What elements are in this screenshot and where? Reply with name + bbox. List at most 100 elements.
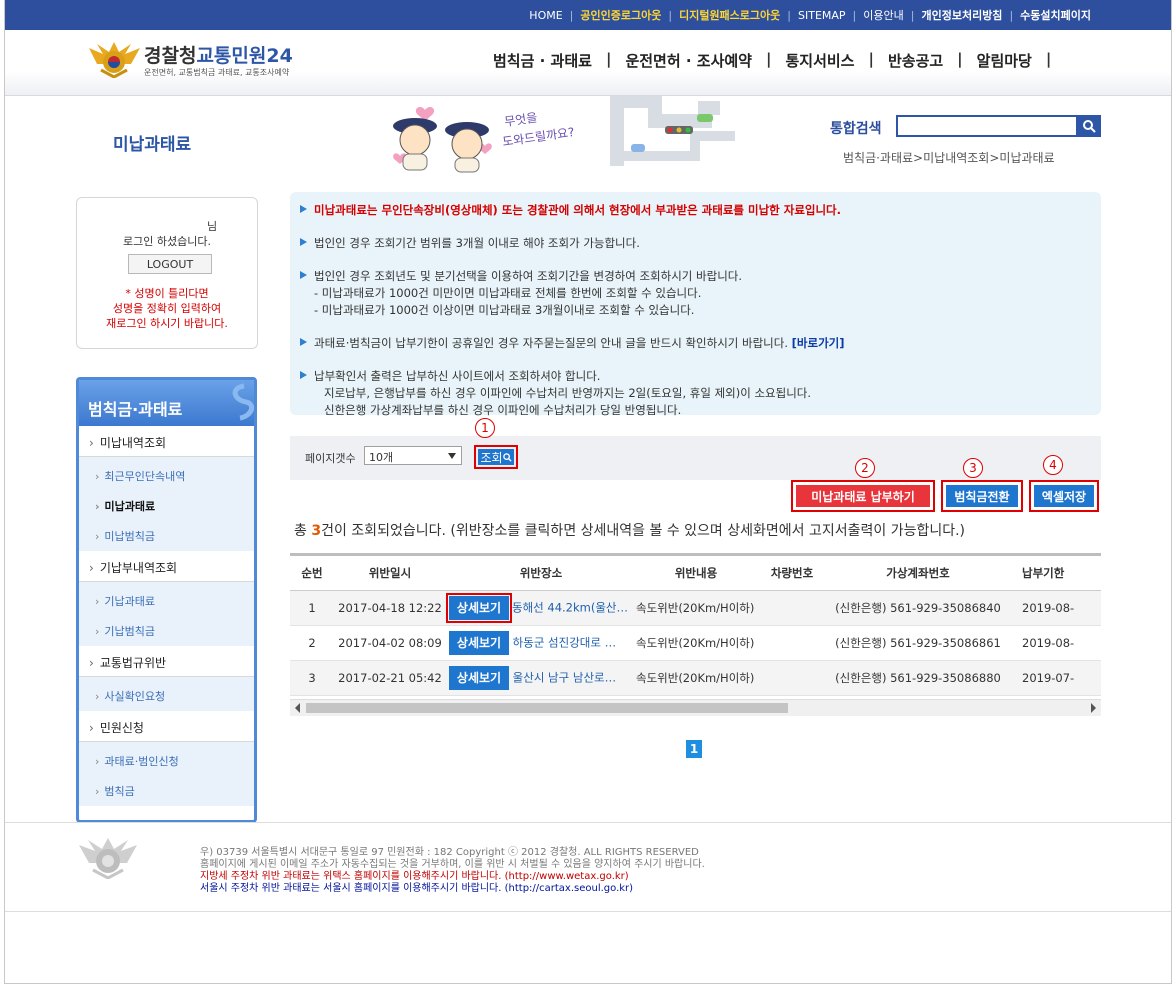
side-sub-penalty[interactable]: 범칙금 bbox=[79, 774, 254, 804]
side-item-unpaid-inquiry[interactable]: 미납내역조회 bbox=[79, 426, 254, 457]
nav-return-notice[interactable]: 반송공고 bbox=[878, 50, 953, 71]
scroll-left-icon[interactable] bbox=[295, 703, 300, 713]
sitemap-link[interactable]: SITEMAP bbox=[792, 9, 852, 22]
info-line: 법인인 경우 조회년도 및 분기선택을 이용하여 조회기간을 변경하여 조회하시… bbox=[300, 268, 1101, 284]
info-line: 미납과태료는 무인단속장비(영상매체) 또는 경찰관에 의해서 현장에서 부과받… bbox=[300, 202, 1101, 218]
detail-view-button[interactable]: 상세보기 bbox=[449, 595, 509, 620]
cell-no: 2 bbox=[290, 625, 334, 661]
decor-swoosh-icon bbox=[232, 383, 254, 421]
cell-date: 2017-04-18 12:22 bbox=[334, 590, 446, 626]
side-sub-unpaid-fine[interactable]: 미납과태료 bbox=[79, 489, 254, 519]
site-footer: 우) 03739 서울특별시 서대문구 통일로 97 민원전화 : 182 Co… bbox=[5, 822, 1171, 912]
faq-shortcut-link[interactable]: [바로가기] bbox=[792, 336, 845, 350]
detail-view-button[interactable]: 상세보기 bbox=[449, 665, 509, 690]
login-status-box: 님 로그인 하셨습니다. LOGOUT * 성명이 틀리다면 성명을 정확히 입… bbox=[76, 197, 258, 349]
excel-save-button[interactable]: 엑셀저장 bbox=[1029, 480, 1099, 512]
main-navigation: 범칙금 · 과태료 | 운전면허 · 조사예약 | 통지서비스 | 반송공고 | 알림마… bbox=[483, 50, 1055, 71]
user-name-suffix: 님 bbox=[207, 220, 218, 233]
unpaid-fine-table: 순번 위반일시 위반장소 위반내용 차량번호 가상계좌번호 납부기한 1 201… bbox=[290, 553, 1101, 716]
page-title: 미납과태료 bbox=[113, 135, 192, 155]
result-count: 총 3건이 조회되었습니다. (위반장소를 클릭하면 상세내역을 볼 수 있으며… bbox=[294, 523, 966, 539]
browser-page: HOME | 공인인증로그아웃 | 디지털원패스로그아웃 | SITEMAP |… bbox=[4, 0, 1172, 984]
side-sub-recent-enforcement[interactable]: 최근무인단속내역 bbox=[79, 459, 254, 489]
cell-date: 2017-02-21 05:42 bbox=[334, 660, 446, 696]
side-item-civil-request[interactable]: 민원신청 bbox=[79, 711, 254, 742]
col-header: 차량번호 bbox=[756, 556, 828, 591]
usage-link[interactable]: 이용안내 bbox=[857, 7, 909, 23]
info-line: - 미납과태료가 1000건 미만이면 미납과태료 전체를 한번에 조회할 수 … bbox=[314, 286, 702, 300]
table-row: 3 2017-02-21 05:42 상세보기 울산시 남구 남산로… 속도위반… bbox=[290, 660, 1101, 696]
digital-onepass-logout-link[interactable]: 디지털원패스로그아웃 bbox=[673, 7, 786, 23]
cell-place: 상세보기 하동군 섬진강대로 … bbox=[446, 625, 636, 661]
sub-header: 미납과태료 무엇을 도와드릴까요? 통합검색 범칙금·과태료>미납내역조회>미납… bbox=[5, 96, 1171, 176]
cell-car bbox=[756, 660, 828, 696]
info-line: - 미납과태료가 1000건 이상이면 미납과태료 3개월이내로 조회할 수 있… bbox=[314, 303, 695, 317]
integrated-search-label: 통합검색 bbox=[830, 121, 882, 137]
side-sub-fine-request[interactable]: 과태료·범인신청 bbox=[79, 744, 254, 774]
info-line: 지로납부, 은행납부를 하신 경우 이파인에 수납처리 반영까지는 2일(토요일… bbox=[324, 386, 812, 400]
page-size-select[interactable]: 10개 bbox=[364, 446, 462, 465]
cell-content: 속도위반(20Km/H이하) bbox=[636, 590, 756, 626]
site-logo[interactable]: 경찰청교통민원24 운전면허, 교통범칙금 과태료, 교통조사예약 bbox=[87, 40, 327, 80]
cell-no: 1 bbox=[290, 590, 334, 626]
manual-install-link[interactable]: 수동설치페이지 bbox=[1014, 7, 1097, 23]
side-submenu: 사실확인요청 bbox=[79, 677, 254, 711]
place-link[interactable]: 동해선 44.2km(울산… bbox=[512, 600, 628, 614]
nav-notice-service[interactable]: 통지서비스 bbox=[775, 50, 864, 71]
detail-button-highlight: 상세보기 bbox=[446, 592, 512, 623]
logo-subtitle: 운전면허, 교통범칙금 과태료, 교통조사예약 bbox=[144, 68, 290, 77]
place-link[interactable]: 하동군 섬진강대로 … bbox=[513, 635, 616, 649]
search-icon bbox=[502, 452, 512, 462]
side-sub-fact-check[interactable]: 사실확인요청 bbox=[79, 679, 254, 709]
home-link[interactable]: HOME bbox=[523, 9, 568, 22]
cell-content: 속도위반(20Km/H이하) bbox=[636, 660, 756, 696]
side-sub-paid-penalty[interactable]: 기납범칙금 bbox=[79, 614, 254, 644]
mascot-speech: 도와드릴까요? bbox=[501, 125, 575, 149]
nav-divider: | bbox=[605, 50, 612, 68]
place-link[interactable]: 울산시 남구 남산로… bbox=[513, 670, 616, 684]
info-line: 납부확인서 출력은 납부하신 사이트에서 조회하셔야 합니다. bbox=[300, 368, 1101, 384]
table-horizontal-scrollbar[interactable] bbox=[290, 699, 1101, 716]
page-size-label: 페이지갯수 bbox=[305, 452, 356, 465]
cell-date: 2017-04-02 08:09 bbox=[334, 625, 446, 661]
side-submenu: 최근무인단속내역 미납과태료 미납범칙금 bbox=[79, 457, 254, 551]
nav-license-reservation[interactable]: 운전면허 · 조사예약 bbox=[615, 50, 762, 71]
table-row: 1 2017-04-18 12:22 상세보기 동해선 44.2km(울산… 속도… bbox=[290, 590, 1101, 626]
detail-view-button[interactable]: 상세보기 bbox=[449, 630, 509, 655]
top-utility-bar: HOME | 공인인증로그아웃 | 디지털원패스로그아웃 | SITEMAP |… bbox=[5, 0, 1171, 30]
cell-account: (신한은행) 561-929-35086840 bbox=[828, 590, 1008, 626]
cell-account: (신한은행) 561-929-35086861 bbox=[828, 625, 1008, 661]
query-button[interactable]: 조회 bbox=[474, 445, 518, 469]
nav-fine-penalty[interactable]: 범칙금 · 과태료 bbox=[483, 50, 602, 71]
integrated-search-input[interactable] bbox=[896, 115, 1078, 137]
step-marker: 2 bbox=[855, 458, 875, 478]
cert-logout-link[interactable]: 공인인증로그아웃 bbox=[574, 7, 667, 23]
step-marker: 4 bbox=[1043, 455, 1063, 475]
cell-car bbox=[756, 590, 828, 626]
privacy-policy-link[interactable]: 개인정보처리방침 bbox=[915, 7, 1008, 23]
footer-seoul-notice: 서울시 주정차 위반 과태료는 서울시 홈페이지를 이용해주시기 바랍니다. (… bbox=[200, 883, 634, 894]
col-header: 위반장소 bbox=[446, 556, 636, 591]
police-mascot-illustration: 무엇을 도와드릴까요? bbox=[393, 96, 735, 173]
side-sub-unpaid-penalty[interactable]: 미납범칙금 bbox=[79, 519, 254, 549]
nav-announcements[interactable]: 알림마당 bbox=[967, 50, 1042, 71]
side-sub-paid-fine[interactable]: 기납과태료 bbox=[79, 584, 254, 614]
utility-links: HOME | 공인인증로그아웃 | 디지털원패스로그아웃 | SITEMAP |… bbox=[523, 0, 1097, 30]
scroll-thumb[interactable] bbox=[306, 703, 788, 713]
table-header-row: 순번 위반일시 위반장소 위반내용 차량번호 가상계좌번호 납부기한 bbox=[290, 556, 1101, 591]
name-warning: * 성명이 틀리다면 성명을 정확히 입력하여 재로그인 하시기 바랍니다. bbox=[106, 287, 228, 330]
cell-no: 3 bbox=[290, 660, 334, 696]
scroll-right-icon[interactable] bbox=[1091, 703, 1096, 713]
search-button[interactable] bbox=[1077, 115, 1101, 137]
step-marker: 1 bbox=[475, 418, 495, 438]
logout-button[interactable]: LOGOUT bbox=[128, 254, 212, 274]
nav-divider: | bbox=[765, 50, 772, 68]
info-line: 과태료·범칙금이 납부기한이 공휴일인 경우 자주묻는질문의 안내 글을 반드시… bbox=[300, 335, 1101, 351]
cell-due: 2019-08- bbox=[1008, 590, 1101, 626]
side-item-traffic-violation[interactable]: 교통법규위반 bbox=[79, 646, 254, 677]
side-item-paid-inquiry[interactable]: 기납부내역조회 bbox=[79, 551, 254, 582]
convert-to-penalty-button[interactable]: 범칙금전환 bbox=[941, 480, 1023, 512]
page-number-current[interactable]: 1 bbox=[686, 740, 702, 758]
breadcrumb: 범칙금·과태료>미납내역조회>미납과태료 bbox=[843, 151, 1055, 165]
pay-unpaid-fine-button[interactable]: 미납과태료 납부하기 bbox=[791, 480, 935, 512]
